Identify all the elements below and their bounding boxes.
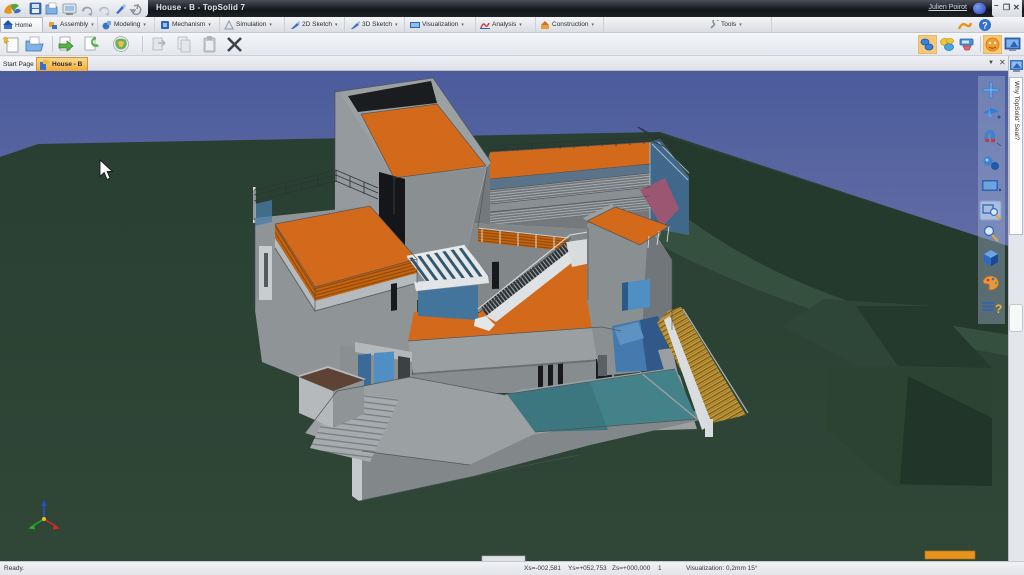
svg-text:?: ?: [982, 21, 988, 31]
svg-text:?: ?: [995, 302, 1002, 316]
